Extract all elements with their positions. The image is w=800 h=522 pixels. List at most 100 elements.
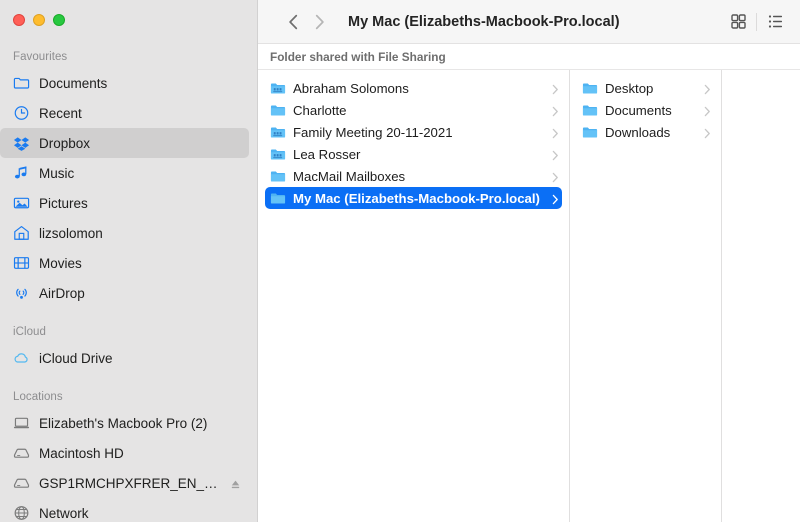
sidebar-item-airdrop[interactable]: AirDrop <box>0 278 249 308</box>
folder-icon <box>270 102 286 118</box>
sidebar-item-label: Documents <box>39 75 108 91</box>
sidebar-item-lizsolomon[interactable]: lizsolomon <box>0 218 249 248</box>
minimize-button[interactable] <box>33 14 45 26</box>
sidebar-section-header: Locations <box>13 391 63 403</box>
sidebar-item-label: lizsolomon <box>39 225 103 241</box>
file-row[interactable]: Documents <box>577 99 714 121</box>
file-name: Abraham Solomons <box>293 80 409 96</box>
column-two[interactable]: Desktop Documents Downloads <box>570 70 722 522</box>
disclosure-chevron-icon[interactable] <box>551 105 560 116</box>
sidebar-item-network[interactable]: Network <box>0 498 249 522</box>
eject-icon[interactable] <box>230 478 241 489</box>
sidebar: Favourites Documents Recent Dropbox Music Pic… <box>0 0 258 522</box>
sidebar-item-label: Macintosh HD <box>39 445 124 461</box>
sidebar-item-music[interactable]: Music <box>0 158 249 188</box>
sidebar-scroll-area[interactable]: Favourites Documents Recent Dropbox Music Pic… <box>0 45 257 522</box>
file-name: Desktop <box>605 80 654 96</box>
toolbar-divider <box>756 12 757 31</box>
file-row[interactable]: Downloads <box>577 121 714 143</box>
sidebar-item-recent[interactable]: Recent <box>0 98 249 128</box>
disclosure-chevron-icon[interactable] <box>551 171 560 182</box>
file-row[interactable]: Abraham Solomons <box>265 77 562 99</box>
clock-icon <box>13 105 30 122</box>
sidebar-item-label: Pictures <box>39 195 88 211</box>
cloud-icon <box>13 350 30 367</box>
sidebar-item-label: Dropbox <box>39 135 91 151</box>
file-name: Documents <box>605 102 672 118</box>
finder-window: Favourites Documents Recent Dropbox Music Pic… <box>0 0 800 522</box>
column-one[interactable]: Abraham Solomons Charlotte Family Meeting … <box>258 70 570 522</box>
share-status-text: Folder shared with File Sharing <box>270 49 446 64</box>
folder-icon <box>582 80 598 96</box>
toolbar-right-group <box>723 9 790 35</box>
sidebar-item-macintosh-hd[interactable]: Macintosh HD <box>0 438 249 468</box>
folder-icon <box>270 168 286 184</box>
folder-icon <box>270 190 286 206</box>
sidebar-item-dropbox[interactable]: Dropbox <box>0 128 249 158</box>
file-name: MacMail Mailboxes <box>293 168 406 184</box>
column-three[interactable] <box>722 70 800 522</box>
harddisk-icon <box>13 445 30 462</box>
disclosure-chevron-icon[interactable] <box>551 83 560 94</box>
disclosure-chevron-icon[interactable] <box>551 127 560 138</box>
disclosure-chevron-icon[interactable] <box>703 83 712 94</box>
music-note-icon <box>13 165 30 182</box>
sidebar-item-documents[interactable]: Documents <box>0 68 249 98</box>
zoom-button[interactable] <box>53 14 65 26</box>
shared-folder-icon <box>270 146 286 162</box>
sidebar-item-label: iCloud Drive <box>39 350 113 366</box>
shared-folder-icon <box>270 124 286 140</box>
back-button[interactable] <box>280 9 306 35</box>
chevron-right-icon <box>315 14 324 29</box>
folder-icon <box>582 124 598 140</box>
sidebar-item-label: Movies <box>39 255 82 271</box>
grid-view-button[interactable] <box>723 9 753 35</box>
sidebar-item-elizabeth-s-macbook-pro-2[interactable]: Elizabeth's Macbook Pro (2) <box>0 408 249 438</box>
disc-icon <box>13 475 30 492</box>
dropbox-icon <box>13 135 30 152</box>
file-row[interactable]: Charlotte <box>265 99 562 121</box>
file-row[interactable]: MacMail Mailboxes <box>265 165 562 187</box>
sidebar-item-label: GSP1RMCHPXFRER_EN_DVD <box>39 475 221 491</box>
sidebar-item-label: AirDrop <box>39 285 85 301</box>
disclosure-chevron-icon[interactable] <box>551 149 560 160</box>
share-status-banner: Folder shared with File Sharing <box>258 44 800 70</box>
file-row[interactable]: Family Meeting 20-11-2021 <box>265 121 562 143</box>
globe-icon <box>13 505 30 522</box>
shared-folder-icon <box>270 80 286 96</box>
file-row[interactable]: Lea Rosser <box>265 143 562 165</box>
disclosure-chevron-icon[interactable] <box>703 105 712 116</box>
sidebar-item-movies[interactable]: Movies <box>0 248 249 278</box>
sidebar-item-label: Recent <box>39 105 82 121</box>
sidebar-item-gsp1rmchpxfrer-en-dvd[interactable]: GSP1RMCHPXFRER_EN_DVD <box>0 468 249 498</box>
photo-icon <box>13 195 30 212</box>
airdrop-icon <box>13 285 30 302</box>
disclosure-chevron-icon[interactable] <box>703 127 712 138</box>
forward-button[interactable] <box>306 9 332 35</box>
grid-view-icon <box>730 14 746 29</box>
sidebar-section-header: Favourites <box>13 51 68 63</box>
file-name: Charlotte <box>293 102 347 118</box>
file-name: Lea Rosser <box>293 146 361 162</box>
film-icon <box>13 255 30 272</box>
toolbar: My Mac (Elizabeths-Macbook-Pro.local) <box>258 0 800 44</box>
sidebar-item-icloud-drive[interactable]: iCloud Drive <box>0 343 249 373</box>
close-button[interactable] <box>13 14 25 26</box>
file-row[interactable]: My Mac (Elizabeths-Macbook-Pro.local) <box>265 187 562 209</box>
laptop-icon <box>13 415 30 432</box>
home-icon <box>13 225 30 242</box>
main-area: My Mac (Elizabeths-Macbook-Pro.local) Fo… <box>258 0 800 522</box>
traffic-lights <box>13 14 65 26</box>
file-name: My Mac (Elizabeths-Macbook-Pro.local) <box>293 190 540 206</box>
column-view: Abraham Solomons Charlotte Family Meeting … <box>258 70 800 522</box>
sidebar-section-header: iCloud <box>13 326 46 338</box>
list-view-icon <box>768 15 782 28</box>
sidebar-item-pictures[interactable]: Pictures <box>0 188 249 218</box>
disclosure-chevron-icon[interactable] <box>551 193 560 204</box>
file-name: Family Meeting 20-11-2021 <box>293 124 453 140</box>
file-row[interactable]: Desktop <box>577 77 714 99</box>
list-view-button[interactable] <box>760 9 790 35</box>
folder-icon <box>582 102 598 118</box>
